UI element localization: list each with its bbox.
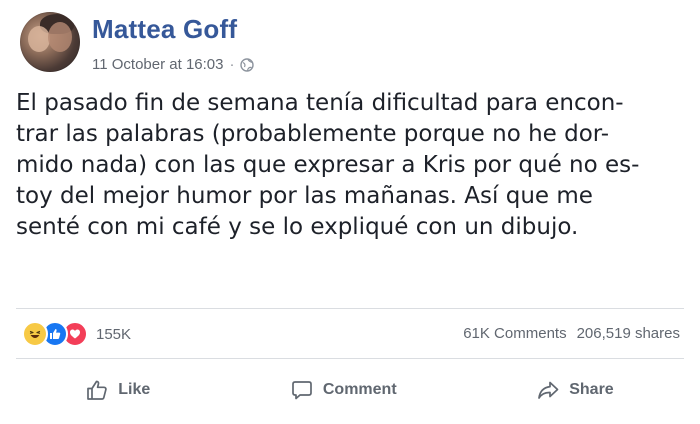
- avatar-face-left: [28, 26, 50, 52]
- comments-count[interactable]: 61K Comments: [463, 325, 566, 342]
- divider-bottom: [16, 358, 684, 359]
- share-button[interactable]: Share: [523, 373, 627, 407]
- comment-button[interactable]: Comment: [277, 373, 411, 407]
- post-meta: 11 October at 16:03 ·: [92, 56, 255, 73]
- divider-top: [16, 308, 684, 309]
- post-text-line: mido nada) con las que expresar a Kris p…: [16, 152, 640, 178]
- haha-icon: [22, 321, 48, 347]
- reactions-summary[interactable]: 155K: [22, 321, 131, 347]
- shares-count[interactable]: 206,519 shares: [577, 325, 680, 342]
- author-name[interactable]: Mattea Goff: [92, 14, 237, 45]
- share-label: Share: [569, 381, 614, 398]
- action-bar: Like Comment Share: [16, 368, 684, 412]
- post-text-line: trar las palabras (probablemente porque …: [16, 121, 610, 147]
- post-text: El pasado fin de semana tenía dificultad…: [16, 88, 676, 243]
- meta-separator: ·: [229, 56, 235, 73]
- comment-bubble-icon: [291, 379, 313, 401]
- like-label: Like: [118, 381, 151, 398]
- globe-icon[interactable]: [240, 57, 255, 72]
- share-arrow-icon: [537, 379, 559, 401]
- thumbs-up-icon: [86, 379, 108, 401]
- avatar[interactable]: [20, 12, 80, 72]
- post-timestamp[interactable]: 11 October at 16:03: [92, 56, 223, 73]
- like-button[interactable]: Like: [72, 373, 164, 407]
- facebook-post: Mattea Goff 11 October at 16:03 · El pas…: [0, 0, 700, 424]
- comment-label: Comment: [322, 381, 397, 398]
- avatar-face-right: [48, 22, 72, 52]
- post-text-line: senté con mi café y se lo expliqué con u…: [16, 214, 579, 240]
- reaction-count[interactable]: 155K: [96, 326, 131, 343]
- post-stats: 61K Comments 206,519 shares: [463, 325, 680, 342]
- post-text-line: toy del mejor humor por las mañanas. Así…: [16, 183, 593, 209]
- post-text-line: El pasado fin de semana tenía dificultad…: [16, 90, 624, 116]
